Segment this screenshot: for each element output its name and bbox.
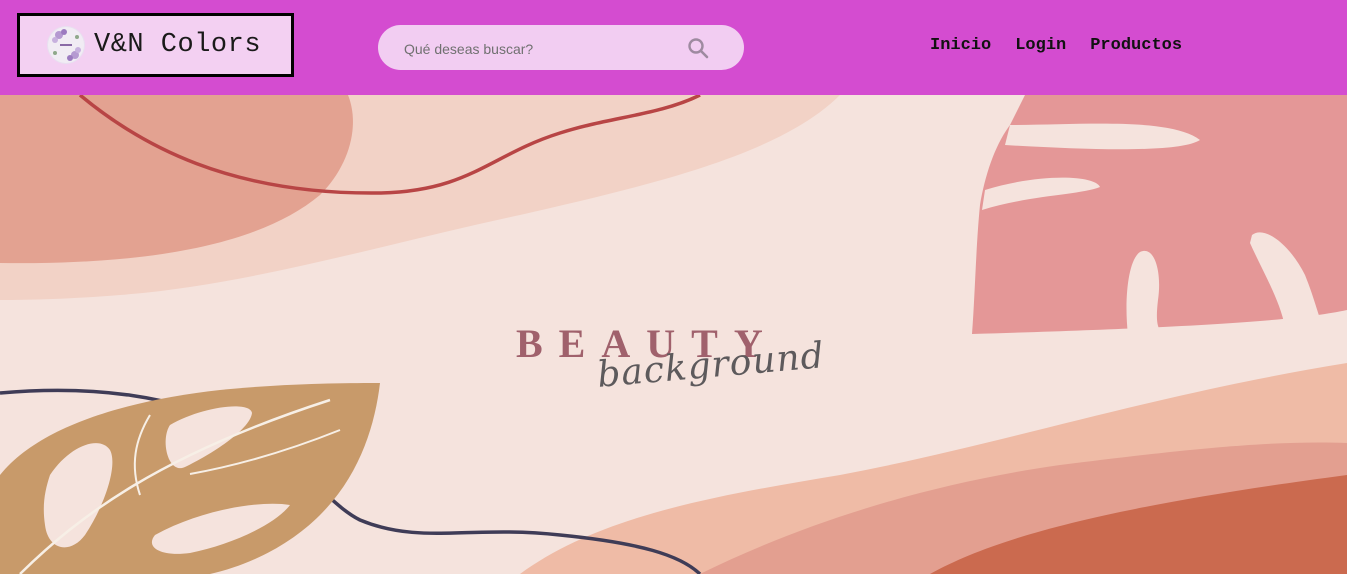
search-bar bbox=[378, 25, 744, 72]
nav-productos-link[interactable]: Productos bbox=[1090, 36, 1182, 55]
brand-name: V&N Colors bbox=[94, 30, 262, 60]
flower-wreath-logo-icon bbox=[47, 26, 85, 64]
main-nav: Inicio Login Productos bbox=[930, 36, 1206, 55]
brand-logo-link[interactable]: V&N Colors bbox=[17, 13, 294, 77]
nav-inicio-link[interactable]: Inicio bbox=[930, 36, 991, 55]
nav-login-link[interactable]: Login bbox=[1015, 36, 1066, 55]
search-input[interactable] bbox=[402, 25, 686, 72]
navbar: V&N Colors Inicio Login Productos bbox=[0, 0, 1347, 95]
search-icon[interactable] bbox=[687, 37, 709, 59]
